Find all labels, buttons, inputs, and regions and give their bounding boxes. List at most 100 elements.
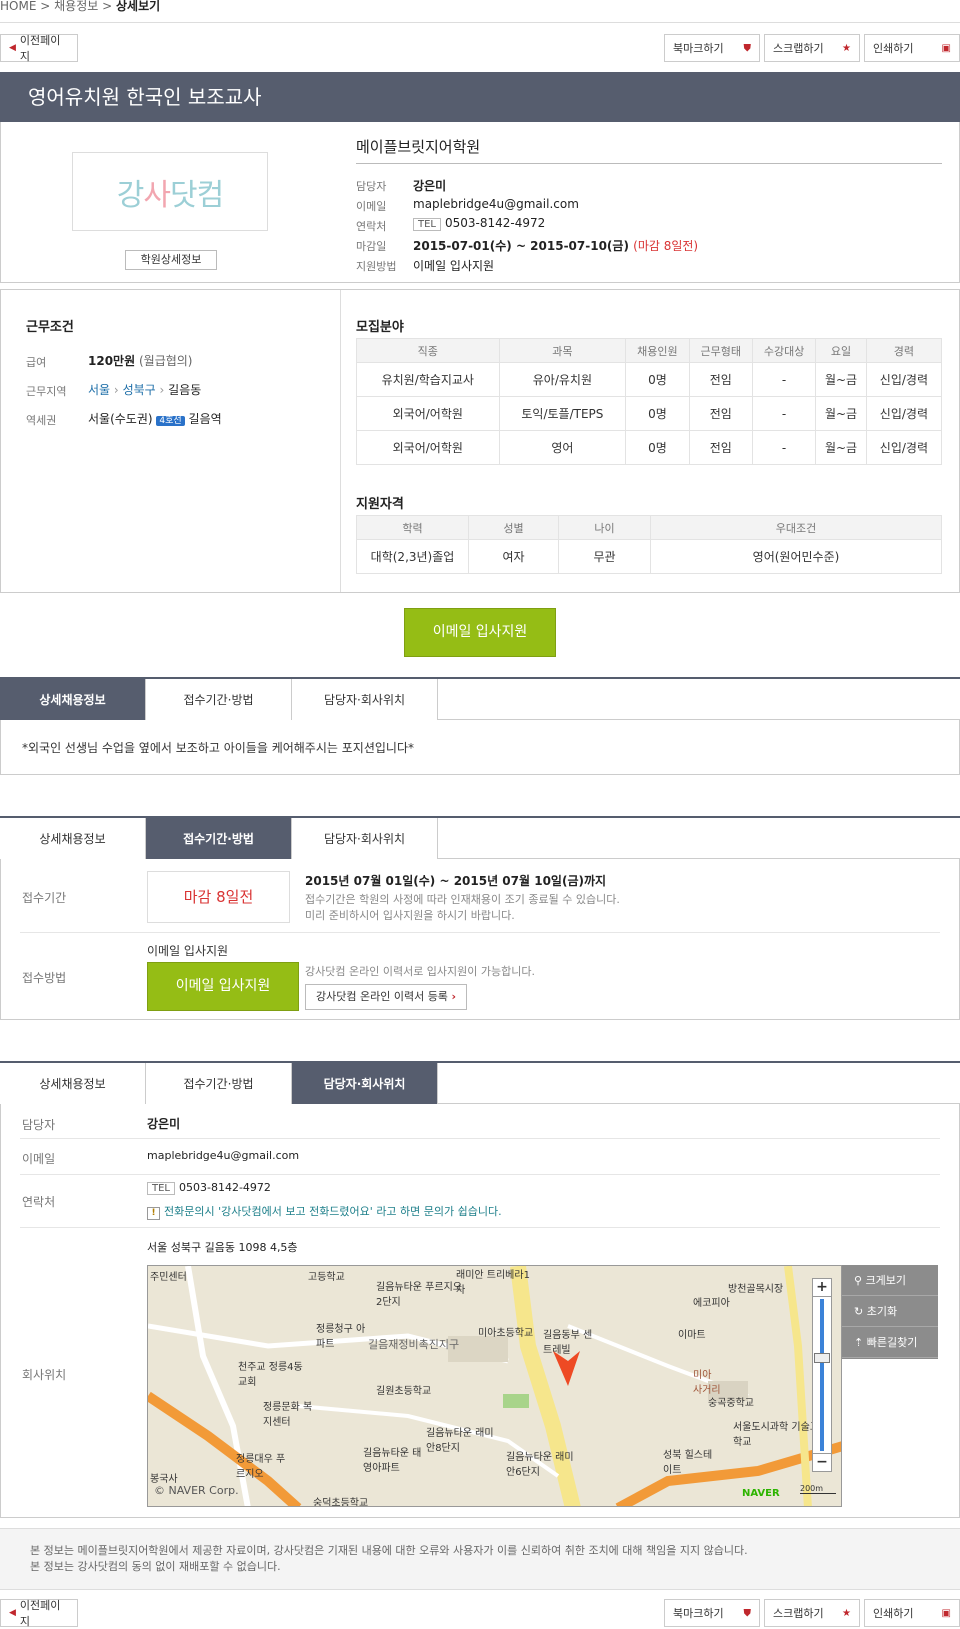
email-value[interactable]: maplebridge4u@gmail.com xyxy=(413,197,579,211)
map-reset-label: 초기화 xyxy=(866,1305,898,1318)
map-side-panel: ⚲ 크게보기 ↻ 초기화 ⇡ 빠른길찾기 xyxy=(842,1265,938,1359)
scrap-button[interactable]: 스크랩하기 ★ xyxy=(764,34,860,62)
search-icon: ⚲ xyxy=(854,1274,866,1287)
print-label: 인쇄하기 xyxy=(873,1607,914,1620)
bookmark-icon: ⛊ xyxy=(743,42,752,54)
logo-text: 사 xyxy=(143,177,171,213)
station-value: 서울(수도권) 4호선 길음역 xyxy=(88,410,222,427)
table-cell: 신입/경력 xyxy=(865,430,943,465)
table-cell: 신입/경력 xyxy=(865,396,943,431)
map-label: 주민센터 xyxy=(150,1272,187,1283)
deadline-value: 2015-07-01(수) ~ 2015-07-10(금) (마감 8일전) xyxy=(413,237,698,254)
tab-contact-location[interactable]: 담당자·회사위치 xyxy=(292,818,438,859)
tab-reception[interactable]: 접수기간·방법 xyxy=(146,1063,292,1104)
dday-badge: 마감 8일전 xyxy=(147,871,290,923)
prev-page-label: 이전페이지 xyxy=(19,1599,61,1628)
academy-detail-button[interactable]: 학원상세정보 xyxy=(125,250,217,270)
tab-detail-info[interactable]: 상세채용정보 xyxy=(0,1063,146,1104)
location-label: 회사위치 xyxy=(22,1368,67,1382)
online-resume-note: 강사닷컴 온라인 이력서로 입사지원이 가능합니다. xyxy=(305,965,536,978)
table-header-cell: 근무형태 xyxy=(688,338,753,363)
map-reset-button[interactable]: ↻ 초기화 xyxy=(842,1296,938,1327)
map-scale: 200m xyxy=(800,1484,836,1494)
breadcrumb-level2[interactable]: 채용정보 xyxy=(54,0,98,13)
scrap-button[interactable]: 스크랩하기 ★ xyxy=(764,1599,860,1627)
academy-logo: 강 사 닷컴 xyxy=(72,152,268,231)
email-apply-button[interactable]: 이메일 입사지원 xyxy=(147,962,299,1011)
print-button[interactable]: 인쇄하기 ▣ xyxy=(864,1599,960,1627)
phone-tip: ! 전화문의시 '강사닷컴에서 보고 전화드렸어요' 라고 하면 문의가 쉽습니다… xyxy=(147,1203,502,1220)
station-name: 길음역 xyxy=(188,412,222,426)
detail-tabs: 상세채용정보 접수기간·방법 담당자·회사위치 xyxy=(0,677,960,720)
table-cell: 토익/토플/TEPS xyxy=(498,396,627,431)
table-cell: - xyxy=(751,362,817,397)
map-copyright: © NAVER Corp. xyxy=(154,1484,239,1497)
email-apply-button[interactable]: 이메일 입사지원 xyxy=(404,608,556,657)
recruit-table: 직종 과목 채용인원 근무형태 수강대상 요일 경력 유치원/학습지교사 유아/유치원 0명 전임… xyxy=(356,338,943,465)
tab-reception[interactable]: 접수기간·방법 xyxy=(146,679,292,720)
map-label: 에코피아 xyxy=(693,1298,730,1309)
contact-email-label: 이메일 xyxy=(22,1152,56,1166)
online-resume-label: 강사닷컴 온라인 이력서 등록 xyxy=(316,990,448,1003)
reception-period-label: 접수기간 xyxy=(22,891,67,905)
salary-note: (월급협의) xyxy=(138,354,193,368)
recruit-title: 모집분야 xyxy=(356,320,404,335)
map-label: 천주교 정릉4동교회 xyxy=(238,1362,303,1388)
tab-detail-info[interactable]: 상세채용정보 xyxy=(0,679,146,720)
tab-contact-location[interactable]: 담당자·회사위치 xyxy=(292,1063,438,1104)
table-cell: 월~금 xyxy=(815,430,867,465)
zoom-in-icon[interactable]: + xyxy=(813,1279,831,1297)
deadline-badge: (마감 8일전) xyxy=(633,239,699,253)
map-label: 길음뉴타운 태영아파트 xyxy=(363,1448,422,1474)
prev-page-button[interactable]: ◀ 이전페이지 xyxy=(0,1599,78,1628)
recruit-table-header: 직종 과목 채용인원 근무형태 수강대상 요일 경력 xyxy=(356,338,943,363)
bookmark-button[interactable]: 북마크하기 ⛊ xyxy=(664,1599,760,1627)
divider xyxy=(356,163,942,164)
info-icon: ! xyxy=(147,1207,160,1220)
map-label: 고등학교 xyxy=(308,1272,345,1283)
zoom-out-icon[interactable]: − xyxy=(813,1453,831,1471)
contact-name: 강은미 xyxy=(413,179,447,193)
breadcrumb: HOME > 채용정보 > 상세보기 xyxy=(0,0,160,16)
map-label: 숭곡중학교 xyxy=(708,1398,754,1409)
table-row: 유치원/학습지교사 유아/유치원 0명 전임 - 월~금 신입/경력 xyxy=(356,362,943,397)
map-route-label: 빠른길찾기 xyxy=(866,1336,918,1349)
table-row: 대학(2,3년)졸업 여자 무관 영어(원어민수준) xyxy=(356,539,942,574)
reception-method: 이메일 입사지원 xyxy=(147,944,229,958)
tab-detail-info[interactable]: 상세채용정보 xyxy=(0,818,146,859)
location-map[interactable]: 주민센터 고등학교 래미안 트리베라1차 방천골목시장 에코피아 길음뉴타운 푸… xyxy=(147,1265,842,1507)
area-city-link[interactable]: 서울 xyxy=(88,383,110,397)
map-route-button[interactable]: ⇡ 빠른길찾기 xyxy=(842,1327,938,1358)
print-button[interactable]: 인쇄하기 ▣ xyxy=(864,34,960,62)
contact-email[interactable]: maplebridge4u@gmail.com xyxy=(147,1149,299,1162)
tab-contact-location[interactable]: 담당자·회사위치 xyxy=(292,679,438,720)
detail-text: *외국인 선생님 수업을 옆에서 보조하고 아이들을 케어해주시는 포지션입니다… xyxy=(22,741,414,755)
star-icon: ★ xyxy=(842,42,851,54)
divider xyxy=(20,1227,940,1228)
bookmark-button[interactable]: 북마크하기 ⛊ xyxy=(664,34,760,62)
divider xyxy=(20,932,940,933)
arrow-left-icon: ◀ xyxy=(9,1608,16,1618)
divider xyxy=(20,1138,940,1139)
breadcrumb-home[interactable]: HOME xyxy=(0,0,36,13)
table-header-cell: 성별 xyxy=(468,515,559,540)
person-name: 강은미 xyxy=(147,1117,181,1131)
map-label: 방천골목시장 xyxy=(728,1284,784,1295)
print-label: 인쇄하기 xyxy=(873,42,914,55)
tab-reception[interactable]: 접수기간·방법 xyxy=(146,818,292,859)
zoom-handle[interactable] xyxy=(814,1353,830,1363)
phone-tip-text: 전화문의시 '강사닷컴에서 보고 전화드렸어요' 라고 하면 문의가 쉽습니다. xyxy=(164,1205,502,1218)
map-label: 길원초등학교 xyxy=(376,1386,432,1397)
online-resume-button[interactable]: 강사닷컴 온라인 이력서 등록 › xyxy=(305,984,467,1010)
prev-page-button[interactable]: ◀ 이전페이지 xyxy=(0,34,78,63)
refresh-icon: ↻ xyxy=(854,1305,867,1318)
map-label: 숭덕초등학교 xyxy=(313,1498,369,1507)
table-header-cell: 나이 xyxy=(558,515,651,540)
reception-method-label: 접수방법 xyxy=(22,971,67,985)
area-gu-link[interactable]: 성북구 xyxy=(123,383,156,397)
arrow-left-icon: ◀ xyxy=(9,43,16,53)
map-label: 길음뉴타운 래미안6단지 xyxy=(506,1452,574,1478)
zoom-slider[interactable]: + − xyxy=(812,1278,832,1472)
table-cell: 전임 xyxy=(688,430,753,465)
map-enlarge-button[interactable]: ⚲ 크게보기 xyxy=(842,1265,938,1296)
